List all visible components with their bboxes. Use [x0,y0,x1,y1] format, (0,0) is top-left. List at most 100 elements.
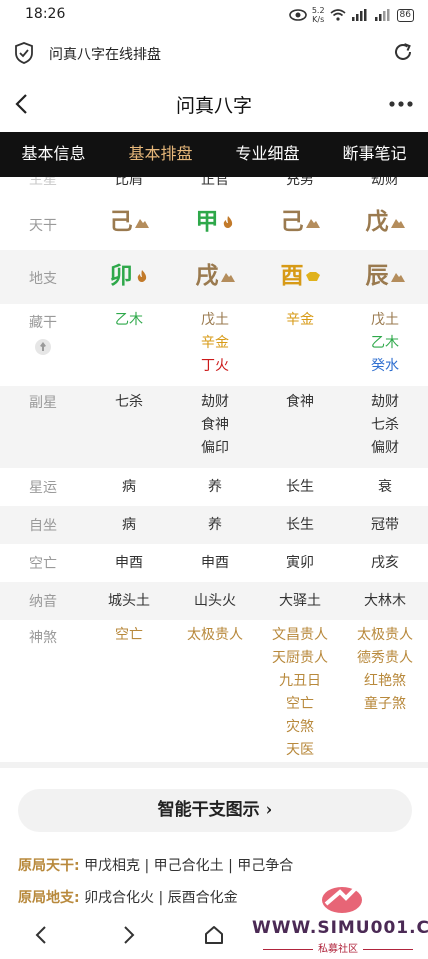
star-luck-cell: 病 [122,479,136,495]
branch-char: 戌 [195,263,219,289]
branch-char: 卯 [109,263,133,289]
row-hidden-stems: 藏干 乙木 戊土 辛金 丁火 辛金 戊土 乙木 癸水 [0,304,428,386]
mountain-icon [390,219,405,228]
stem-cell[interactable]: 己 [86,208,172,237]
sub-star-cell: 劫财 食神 偏印 [172,391,258,460]
self-seat-cell: 病 [122,517,136,533]
yuanju-dizhi-text: 卯戌合化火 | 辰酉合化金 [84,890,238,906]
shensha-cell: 太极贵人 [172,624,258,647]
sub-star-cell: 七杀 [86,391,172,414]
nav-home-icon[interactable] [204,924,224,946]
watermark-logo [322,881,364,913]
watermark-site: WWW.SIMU001.CN [252,918,428,938]
yuanju-dizhi: 原局地支: 卯戌合化火 | 辰酉合化金 [18,887,238,907]
sub-star: 七杀 [115,394,143,410]
sub-star: 偏财 [371,440,399,456]
hidden-stem: 乙木 [371,335,399,351]
browser-page-title[interactable]: 问真八字在线排盘 [49,44,161,64]
sub-star: 劫财 [201,394,229,410]
eye-icon [289,9,307,21]
branch-cell[interactable]: 戌 [172,262,258,291]
tab-basic-info[interactable]: 基本信息 [0,132,107,177]
yuanju-tiangan-label: 原局天干: [18,858,80,874]
smart-ganzhi-diagram-button[interactable]: 智能干支图示 › [18,789,412,832]
mountain-icon [390,273,405,282]
yuanju-tiangan-text: 甲戊相克 | 甲己合化土 | 甲己争合 [84,858,294,874]
shensha-item[interactable]: 文昌贵人 [257,624,343,647]
hidden-stem: 丁火 [201,358,229,374]
row-heavenly-stems: 天干 己 甲 己 戊 [0,197,428,250]
chevron-right-icon: › [265,800,273,820]
row-label: 副星 [29,395,57,411]
shensha-item[interactable]: 德秀贵人 [342,647,428,670]
shensha-item[interactable]: 天厨贵人 [257,647,343,670]
self-seat-cell: 冠带 [371,517,399,533]
shensha-item[interactable]: 太极贵人 [342,624,428,647]
status-icons: 5.2 K/s 86 [289,4,414,26]
hidden-stem: 乙木 [115,312,143,328]
nav-back-icon[interactable] [32,924,52,946]
shield-icon[interactable] [14,42,34,64]
sub-star-cell: 食神 [257,391,343,414]
signal-icon [351,9,367,21]
shensha-item[interactable]: 童子煞 [342,693,428,716]
net-speed-value: 5.2 [311,6,325,15]
hidden-stem-cell: 辛金 [257,309,343,332]
stem-cell[interactable]: 戊 [342,208,428,237]
stem-cell[interactable]: 己 [257,208,343,237]
yuanju-dizhi-label: 原局地支: [18,890,80,906]
row-label: 星运 [29,480,57,496]
row-earthly-branches: 地支 卯 戌 酉 辰 [0,250,428,304]
net-speed: 5.2 K/s [312,6,325,24]
hidden-stem: 戊土 [201,312,229,328]
row-label: 纳音 [29,594,57,610]
sub-star: 偏印 [201,440,229,456]
branch-cell[interactable]: 辰 [342,262,428,291]
row-main-star: 主星 比肩 正官 充男 劫财 [0,177,428,197]
row-label: 空亡 [29,556,57,572]
reload-icon[interactable] [392,41,414,63]
branch-cell[interactable]: 酉 [257,262,343,291]
void-cell: 戌亥 [371,555,399,571]
tab-basic-chart[interactable]: 基本排盘 [107,132,214,177]
row-label: 地支 [29,271,57,287]
stem-char: 己 [109,209,133,235]
stem-cell[interactable]: 甲 [172,208,258,237]
shensha-item[interactable]: 九丑日 [257,670,343,693]
shensha-item[interactable]: 太极贵人 [172,624,258,647]
row-shensha: 神煞 空亡 太极贵人 文昌贵人 天厨贵人 九丑日 空亡 灾煞 天医 太极贵人 德… [0,620,428,762]
nayin-cell: 城头土 [108,593,150,609]
shensha-item[interactable]: 空亡 [257,693,343,716]
branch-char: 酉 [280,263,304,289]
branch-char: 辰 [365,263,389,289]
net-speed-unit: K/s [312,15,325,24]
fire-icon [137,270,146,282]
shensha-item[interactable]: 天医 [257,739,343,762]
sub-star: 七杀 [371,417,399,433]
shensha-item[interactable]: 空亡 [86,624,172,647]
pin-icon[interactable] [35,339,51,355]
nayin-cell: 山头火 [194,593,236,609]
more-options-icon[interactable] [388,94,414,114]
tab-bar: 基本信息 基本排盘 专业细盘 断事笔记 [0,132,428,177]
tab-pro-chart[interactable]: 专业细盘 [214,132,321,177]
main-star-cell: 劫财 [371,177,399,188]
nayin-cell: 大驿土 [279,593,321,609]
stem-char: 戊 [365,209,389,235]
browser-bar: 问真八字在线排盘 [0,30,428,76]
shensha-item[interactable]: 灾煞 [257,716,343,739]
stem-char: 己 [280,209,304,235]
bazi-chart: 主星 比肩 正官 充男 劫财 天干 己 甲 己 戊 地支 卯 戌 酉 辰 藏干 … [0,177,428,762]
row-star-luck: 星运 病 养 长生 衰 [0,468,428,506]
hidden-stem: 戊土 [371,312,399,328]
yuanju-tiangan: 原局天干: 甲戊相克 | 甲己合化土 | 甲己争合 [18,855,293,875]
page-title: 问真八字 [175,95,252,117]
tab-notes[interactable]: 断事笔记 [321,132,428,177]
row-label: 藏干 [29,315,57,331]
hidden-stem-cell: 戊土 辛金 丁火 [172,309,258,378]
branch-cell[interactable]: 卯 [86,262,172,291]
mountain-icon [220,273,235,282]
smart-button-label: 智能干支图示 [157,800,260,820]
shensha-item[interactable]: 红艳煞 [342,670,428,693]
nav-forward-icon[interactable] [118,924,138,946]
